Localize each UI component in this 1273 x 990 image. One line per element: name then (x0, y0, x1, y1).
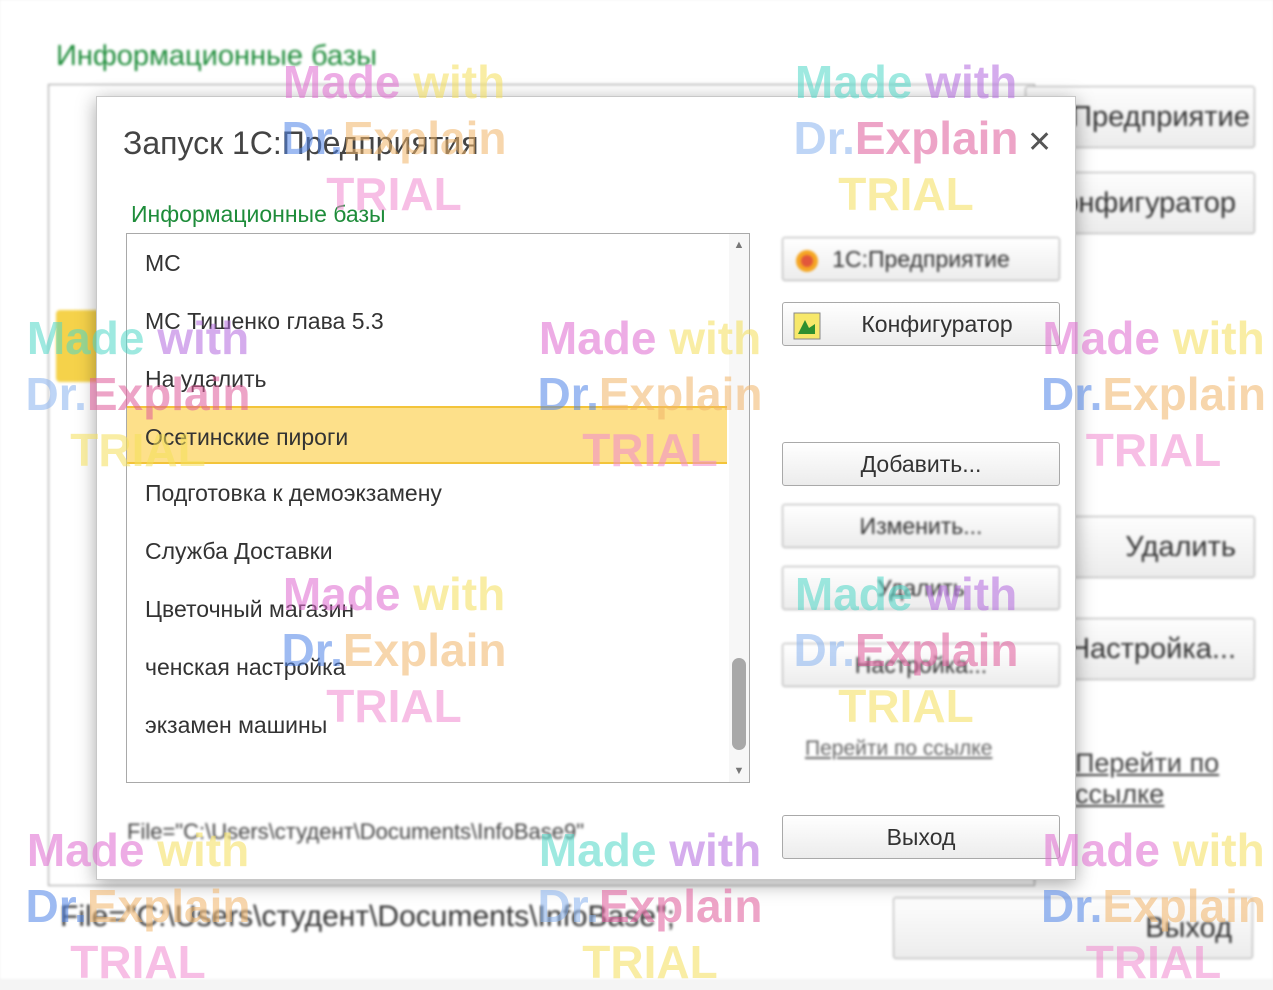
list-item[interactable]: Служба Доставки (127, 522, 727, 580)
infobase-path: File="C:\Users\студент\Documents\InfoBas… (127, 819, 585, 844)
add-button[interactable]: Добавить... (782, 442, 1060, 486)
settings-button[interactable]: Настройка... (782, 643, 1060, 687)
close-icon[interactable]: ✕ (1027, 125, 1052, 160)
enterprise-icon (793, 246, 821, 274)
list-scrollbar[interactable]: ▲ ▼ (729, 234, 749, 782)
open-link[interactable]: Перейти по ссылке (805, 737, 992, 761)
launch-dialog: Запуск 1С:Предприятия ✕ Информационные б… (96, 96, 1076, 880)
exit-button[interactable]: Выход (782, 815, 1060, 859)
list-item-selected[interactable]: Осетинские пироги (127, 406, 727, 464)
list-item[interactable]: ченская настройка (127, 638, 727, 696)
background-title: Информационные базы (56, 40, 377, 72)
background-path: File="C:\Users\студент\Documents\InfoBas… (60, 900, 675, 933)
configurator-icon (793, 311, 821, 340)
delete-button[interactable]: Удалить (782, 566, 1060, 610)
list-item[interactable]: МС Тишенко глава 5.3 (127, 292, 727, 350)
list-item[interactable]: Подготовка к демоэкзамену (127, 464, 727, 522)
enterprise-button[interactable]: 1С:Предприятие (782, 237, 1060, 281)
list-item[interactable]: экзамен машины (127, 696, 727, 754)
list-item[interactable]: МС (127, 234, 727, 292)
list-item[interactable]: Цветочный магазин (127, 580, 727, 638)
dialog-title: Запуск 1С:Предприятия (123, 125, 479, 161)
configurator-button-label: Конфигуратор (861, 311, 1013, 337)
scroll-thumb[interactable] (732, 658, 746, 750)
background-link[interactable]: Перейти по ссылке (1075, 748, 1273, 810)
edit-button[interactable]: Изменить... (782, 504, 1060, 548)
scroll-down-arrow-icon[interactable]: ▼ (732, 764, 746, 778)
background-exit-button[interactable]: Выход (893, 897, 1253, 959)
enterprise-button-label: 1С:Предприятие (832, 246, 1010, 272)
scroll-up-arrow-icon[interactable]: ▲ (732, 238, 746, 252)
infobase-list[interactable]: МС МС Тишенко глава 5.3 На удалить Осети… (126, 233, 750, 783)
configurator-button[interactable]: Конфигуратор (782, 302, 1060, 346)
infobases-label: Информационные базы (131, 201, 386, 227)
list-item[interactable]: На удалить (127, 350, 727, 408)
background-selection-marker (56, 310, 100, 382)
